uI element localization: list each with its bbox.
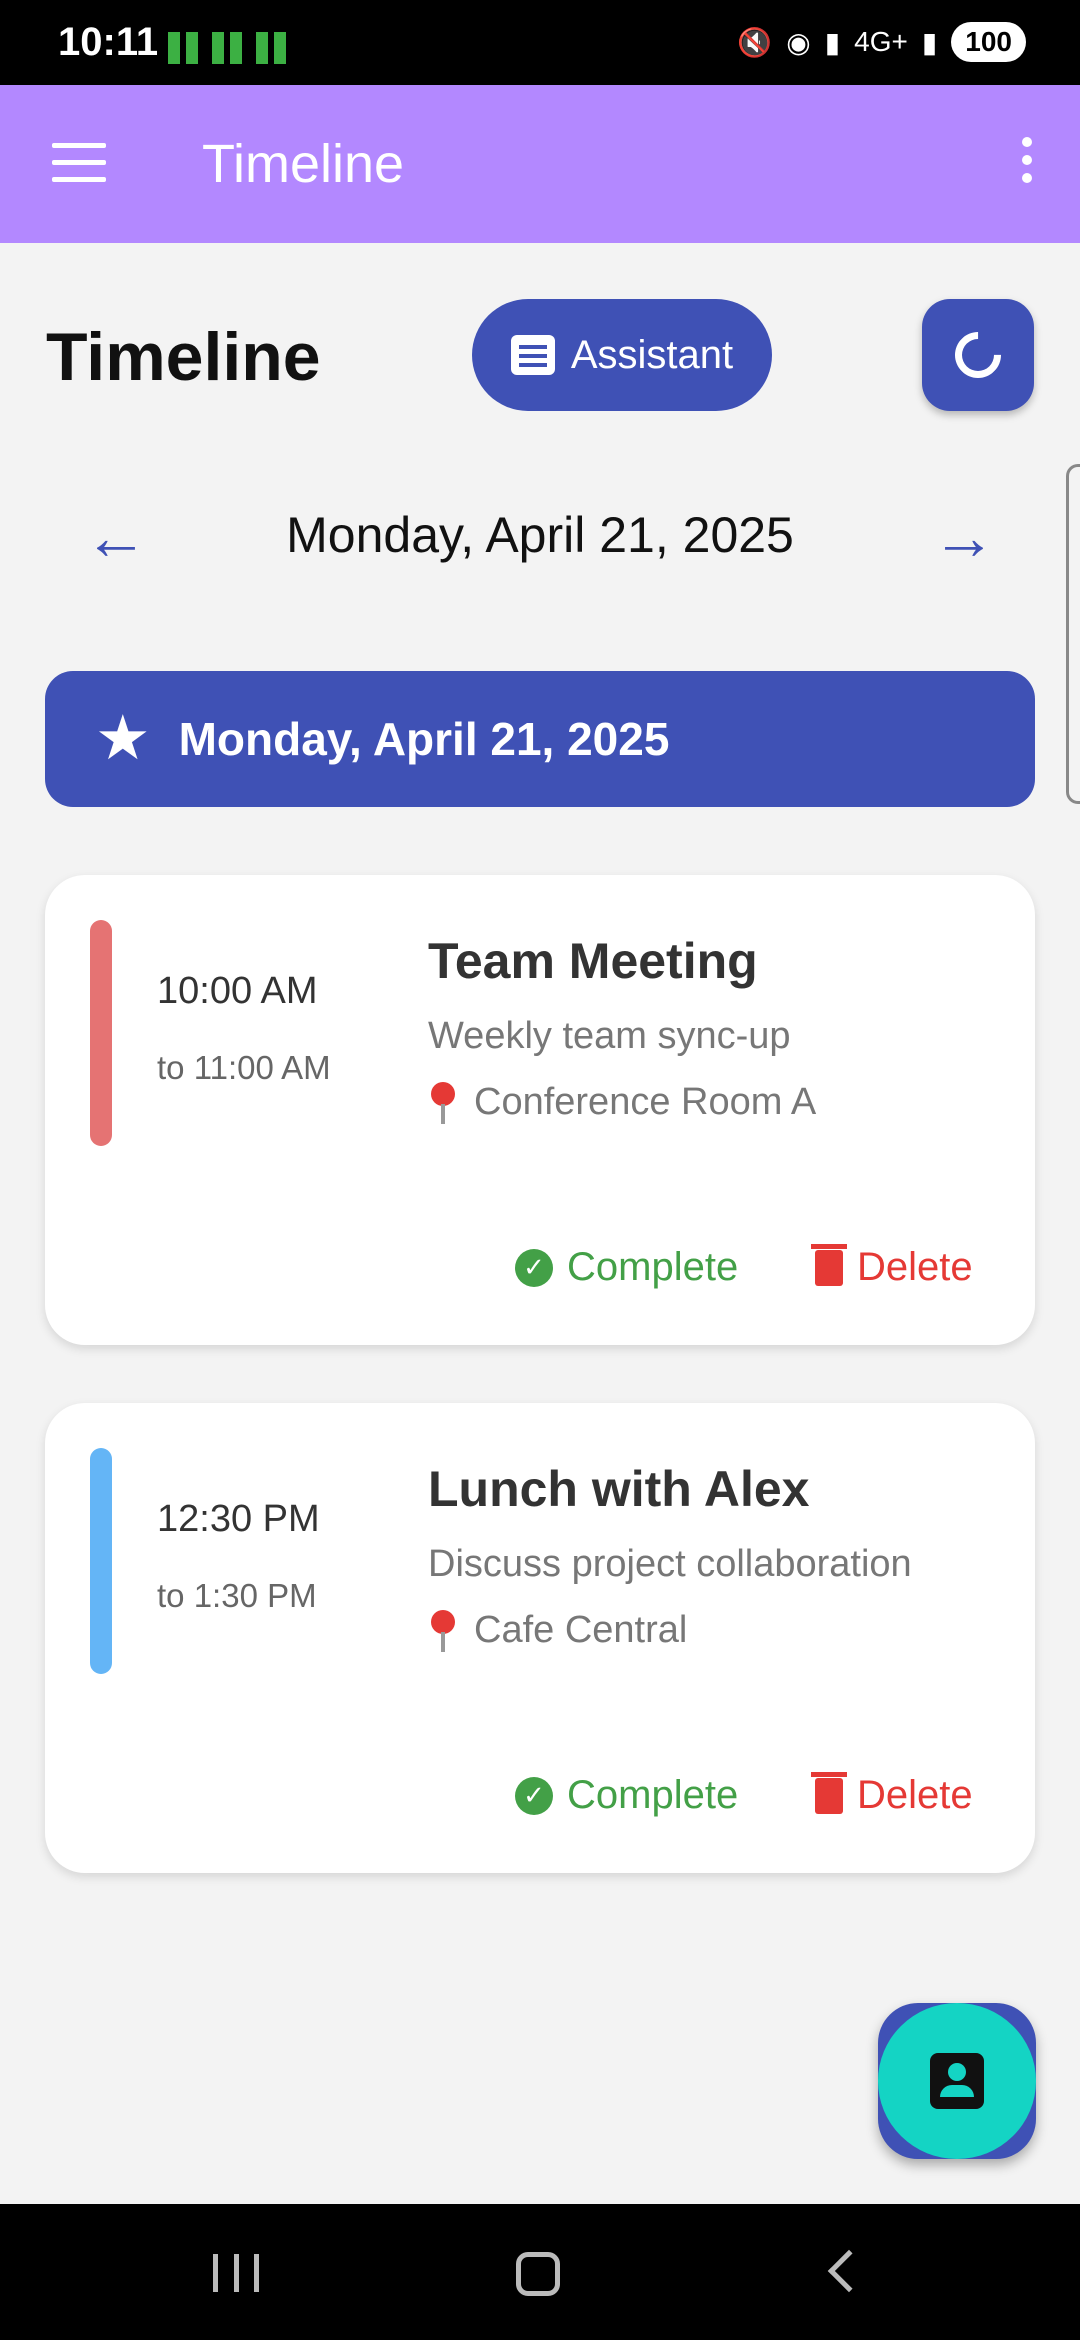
- event-end-time: to 1:30 PM: [157, 1577, 317, 1614]
- trash-icon: [811, 1771, 847, 1814]
- delete-label: Delete: [857, 1245, 973, 1289]
- event-title: Lunch with Alex: [428, 1461, 810, 1517]
- event-end-time: to 11:00 AM: [157, 1049, 331, 1086]
- delete-label: Delete: [857, 1773, 973, 1817]
- complete-button[interactable]: ✓ Complete: [515, 1773, 738, 1818]
- event-card[interactable]: 12:30 PM to 1:30 PM Lunch with Alex Disc…: [45, 1403, 1035, 1873]
- day-header: ★ Monday, April 21, 2025: [45, 671, 1035, 807]
- event-title: Team Meeting: [428, 933, 758, 989]
- back-icon[interactable]: [827, 2249, 871, 2293]
- event-location: Conference Room A: [428, 1081, 816, 1124]
- event-start-time: 12:30 PM: [157, 1498, 320, 1540]
- event-location-text: Conference Room A: [474, 1081, 817, 1123]
- event-color-bar: [90, 920, 112, 1146]
- assistant-label: Assistant: [570, 332, 734, 377]
- star-icon: ★: [95, 704, 151, 773]
- more-options-icon[interactable]: [1020, 137, 1034, 187]
- contact-fab-button[interactable]: [878, 2003, 1036, 2159]
- status-time: 10:11: [58, 20, 159, 64]
- complete-button[interactable]: ✓ Complete: [515, 1245, 738, 1290]
- day-header-label: Monday, April 21, 2025: [178, 713, 670, 765]
- event-color-bar: [90, 1448, 112, 1674]
- event-card[interactable]: 10:00 AM to 11:00 AM Team Meeting Weekly…: [45, 875, 1035, 1345]
- check-circle-icon: ✓: [515, 1776, 553, 1815]
- mute-icon: 🔇: [737, 26, 773, 58]
- network-type: 4G+: [854, 26, 908, 57]
- page-title: Timeline: [46, 319, 321, 395]
- contact-icon: [930, 2053, 984, 2109]
- home-icon[interactable]: [516, 2252, 560, 2296]
- app-bar: Timeline: [0, 85, 1080, 243]
- assistant-button[interactable]: Assistant: [472, 299, 772, 411]
- status-right: 🔇 ◉ ▮ 4G+ ▮ 100: [737, 22, 1026, 62]
- system-nav-bar: [0, 2204, 1080, 2340]
- next-day-arrow-icon[interactable]: →: [932, 500, 996, 574]
- refresh-icon: [945, 322, 1011, 388]
- refresh-button[interactable]: [922, 299, 1034, 411]
- app-title: Timeline: [202, 134, 405, 194]
- event-start-time: 10:00 AM: [157, 970, 318, 1012]
- notification-icons: [168, 32, 286, 64]
- date-navigation: ← Monday, April 21, 2025 →: [0, 490, 1080, 580]
- trash-icon: [811, 1243, 847, 1286]
- pin-icon: [428, 1609, 458, 1652]
- battery-indicator: 100: [951, 22, 1026, 62]
- pin-icon: [428, 1081, 458, 1124]
- app-notification-icon: [256, 32, 286, 64]
- chat-icon: [510, 335, 555, 375]
- check-circle-icon: ✓: [515, 1248, 553, 1287]
- current-date: Monday, April 21, 2025: [286, 507, 794, 563]
- recent-apps-icon[interactable]: [213, 2254, 259, 2292]
- hotspot-icon: ◉: [786, 26, 811, 58]
- event-description: Weekly team sync-up: [428, 1015, 791, 1057]
- status-bar: 10:11 🔇 ◉ ▮ 4G+ ▮ 100: [0, 0, 1080, 85]
- signal-icon: ▮: [921, 26, 938, 58]
- complete-label: Complete: [567, 1245, 739, 1289]
- delete-button[interactable]: Delete: [811, 1771, 973, 1818]
- app-notification-icon: [168, 32, 198, 64]
- event-description: Discuss project collaboration: [428, 1543, 912, 1585]
- complete-label: Complete: [567, 1773, 739, 1817]
- menu-icon[interactable]: [52, 143, 106, 185]
- edge-panel-handle[interactable]: [1066, 464, 1080, 804]
- delete-button[interactable]: Delete: [811, 1243, 973, 1290]
- event-location: Cafe Central: [428, 1609, 687, 1652]
- signal-icon: ▮: [824, 26, 841, 58]
- event-location-text: Cafe Central: [474, 1609, 688, 1651]
- app-notification-icon: [212, 32, 242, 64]
